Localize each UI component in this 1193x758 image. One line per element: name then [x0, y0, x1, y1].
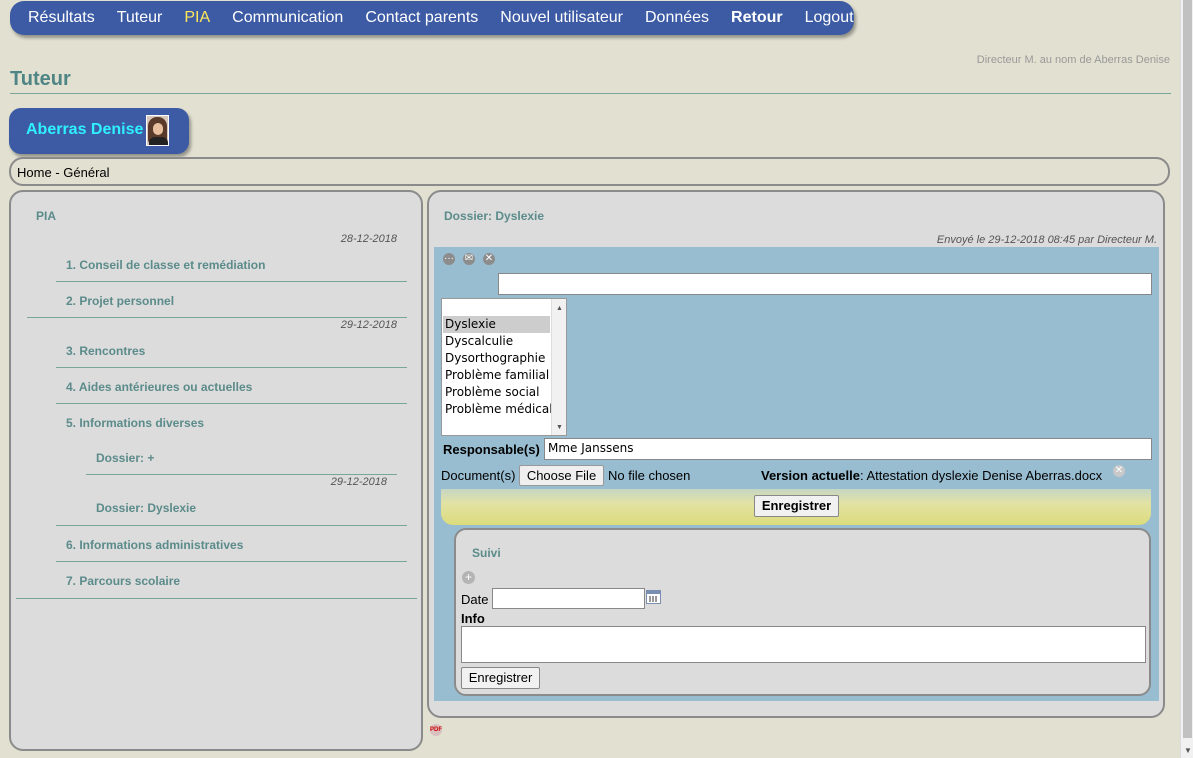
breadcrumb-current[interactable]: Général: [63, 165, 109, 180]
choose-file-button[interactable]: Choose File: [519, 465, 604, 486]
pia-date: 29-12-2018: [340, 319, 397, 331]
page-scrollbar[interactable]: ▼: [1180, 0, 1193, 758]
nav-retour[interactable]: Retour: [731, 9, 783, 27]
listbox-scrollbar[interactable]: ▲ ▼: [551, 299, 566, 435]
info-label: Info: [461, 611, 485, 626]
dossier-title: Dossier: Dyslexie: [444, 209, 545, 223]
suivi-save-button[interactable]: Enregistrer: [461, 667, 540, 689]
pia-item-informations-diverses[interactable]: 5. Informations diverses: [66, 416, 204, 430]
add-icon[interactable]: +: [462, 571, 475, 584]
divider: [56, 281, 407, 282]
divider: [86, 474, 397, 475]
pia-item-rencontres[interactable]: 3. Rencontres: [66, 344, 145, 358]
suivi-section: Suivi + Date Info Enregistrer: [454, 528, 1151, 696]
nav-nouvel-utilisateur[interactable]: Nouvel utilisateur: [500, 9, 623, 27]
nav-contact-parents[interactable]: Contact parents: [365, 9, 478, 27]
pia-date: 28-12-2018: [340, 233, 397, 245]
category-option[interactable]: Problème social: [443, 384, 550, 401]
divider: [56, 561, 407, 562]
pia-item-aides[interactable]: 4. Aides antérieures ou actuelles: [66, 380, 252, 394]
breadcrumb: Home - Général: [9, 157, 1170, 186]
student-pill[interactable]: Aberras Denise: [9, 108, 189, 154]
version-label: Version actuelle: [761, 468, 860, 483]
current-version: Version actuelle: Attestation dyslexie D…: [761, 468, 1103, 483]
category-option-selected[interactable]: Dyslexie: [443, 316, 550, 333]
nav-pia[interactable]: PIA: [184, 9, 210, 27]
mail-icon[interactable]: ✉: [463, 253, 475, 265]
pia-item-projet[interactable]: 2. Projet personnel: [66, 294, 174, 308]
breadcrumb-separator: -: [55, 165, 60, 180]
pdf-icon[interactable]: PDF: [430, 724, 442, 736]
divider: [56, 525, 407, 526]
info-textarea[interactable]: [461, 626, 1146, 663]
nav-resultats[interactable]: Résultats: [28, 9, 95, 27]
remove-document-icon[interactable]: ✕: [1113, 465, 1125, 477]
category-option[interactable]: Problème médical: [443, 401, 553, 418]
user-note: Directeur M. au nom de Aberras Denise: [976, 54, 1170, 66]
scroll-down-icon[interactable]: ▼: [556, 424, 563, 431]
nav-communication[interactable]: Communication: [232, 9, 343, 27]
responsable-label: Responsable(s): [443, 442, 540, 457]
top-navigation: Résultats Tuteur PIA Communication Conta…: [10, 1, 854, 35]
dossier-title-input[interactable]: [498, 273, 1152, 295]
save-band: Enregistrer: [441, 489, 1151, 525]
scroll-down-icon[interactable]: ▼: [1184, 746, 1192, 755]
category-listbox[interactable]: Dyslexie Dyscalculie Dysorthographie Pro…: [441, 298, 567, 436]
nav-tuteur[interactable]: Tuteur: [117, 9, 163, 27]
pia-item-administratives[interactable]: 6. Informations administratives: [66, 538, 243, 552]
dossier-date: 29-12-2018: [330, 476, 387, 488]
category-option[interactable]: [443, 299, 550, 316]
documents-label: Document(s): [441, 468, 516, 483]
date-label: Date: [461, 592, 489, 607]
delete-icon[interactable]: ✕: [483, 253, 495, 265]
suivi-title: Suivi: [472, 546, 501, 560]
category-option[interactable]: Problème familial: [443, 367, 550, 384]
avatar: [146, 115, 169, 146]
pia-menu-panel: PIA 28-12-2018 1. Conseil de classe et r…: [9, 190, 423, 751]
student-name: Aberras Denise: [26, 121, 144, 138]
pia-heading: PIA: [36, 209, 57, 223]
version-file[interactable]: Attestation dyslexie Denise Aberras.docx: [867, 468, 1103, 483]
category-option[interactable]: Dysorthographie: [443, 350, 550, 367]
nav-logout[interactable]: Logout: [805, 9, 854, 27]
divider: [56, 367, 407, 368]
scroll-up-icon[interactable]: ▲: [556, 305, 563, 312]
calendar-icon[interactable]: [646, 590, 661, 604]
more-icon[interactable]: ···: [443, 253, 455, 265]
scrollbar-thumb[interactable]: [1183, 0, 1192, 738]
page-title: Tuteur: [10, 68, 71, 90]
no-file-text: No file chosen: [608, 468, 691, 483]
breadcrumb-home[interactable]: Home: [17, 165, 52, 180]
category-option[interactable]: Dyscalculie: [443, 333, 550, 350]
dossier-form: ··· ✉ ✕ Dyslexie Dyscalculie Dysorthogra…: [434, 247, 1159, 701]
pia-item-parcours[interactable]: 7. Parcours scolaire: [66, 574, 180, 588]
divider: [16, 598, 417, 599]
divider: [27, 317, 407, 318]
pia-item-conseil[interactable]: 1. Conseil de classe et remédiation: [66, 258, 265, 272]
title-divider: [10, 93, 1171, 94]
date-input[interactable]: [492, 588, 645, 609]
dossier-panel: Dossier: Dyslexie Envoyé le 29-12-2018 0…: [427, 190, 1165, 718]
sent-info: Envoyé le 29-12-2018 08:45 par Directeur…: [936, 234, 1157, 246]
divider: [56, 403, 407, 404]
save-button[interactable]: Enregistrer: [754, 495, 839, 517]
responsable-input[interactable]: Mme Janssens: [544, 438, 1152, 460]
dossier-dyslexie-link[interactable]: Dossier: Dyslexie: [96, 501, 196, 515]
nav-donnees[interactable]: Données: [645, 9, 709, 27]
dossier-add-link[interactable]: Dossier: +: [96, 451, 154, 465]
